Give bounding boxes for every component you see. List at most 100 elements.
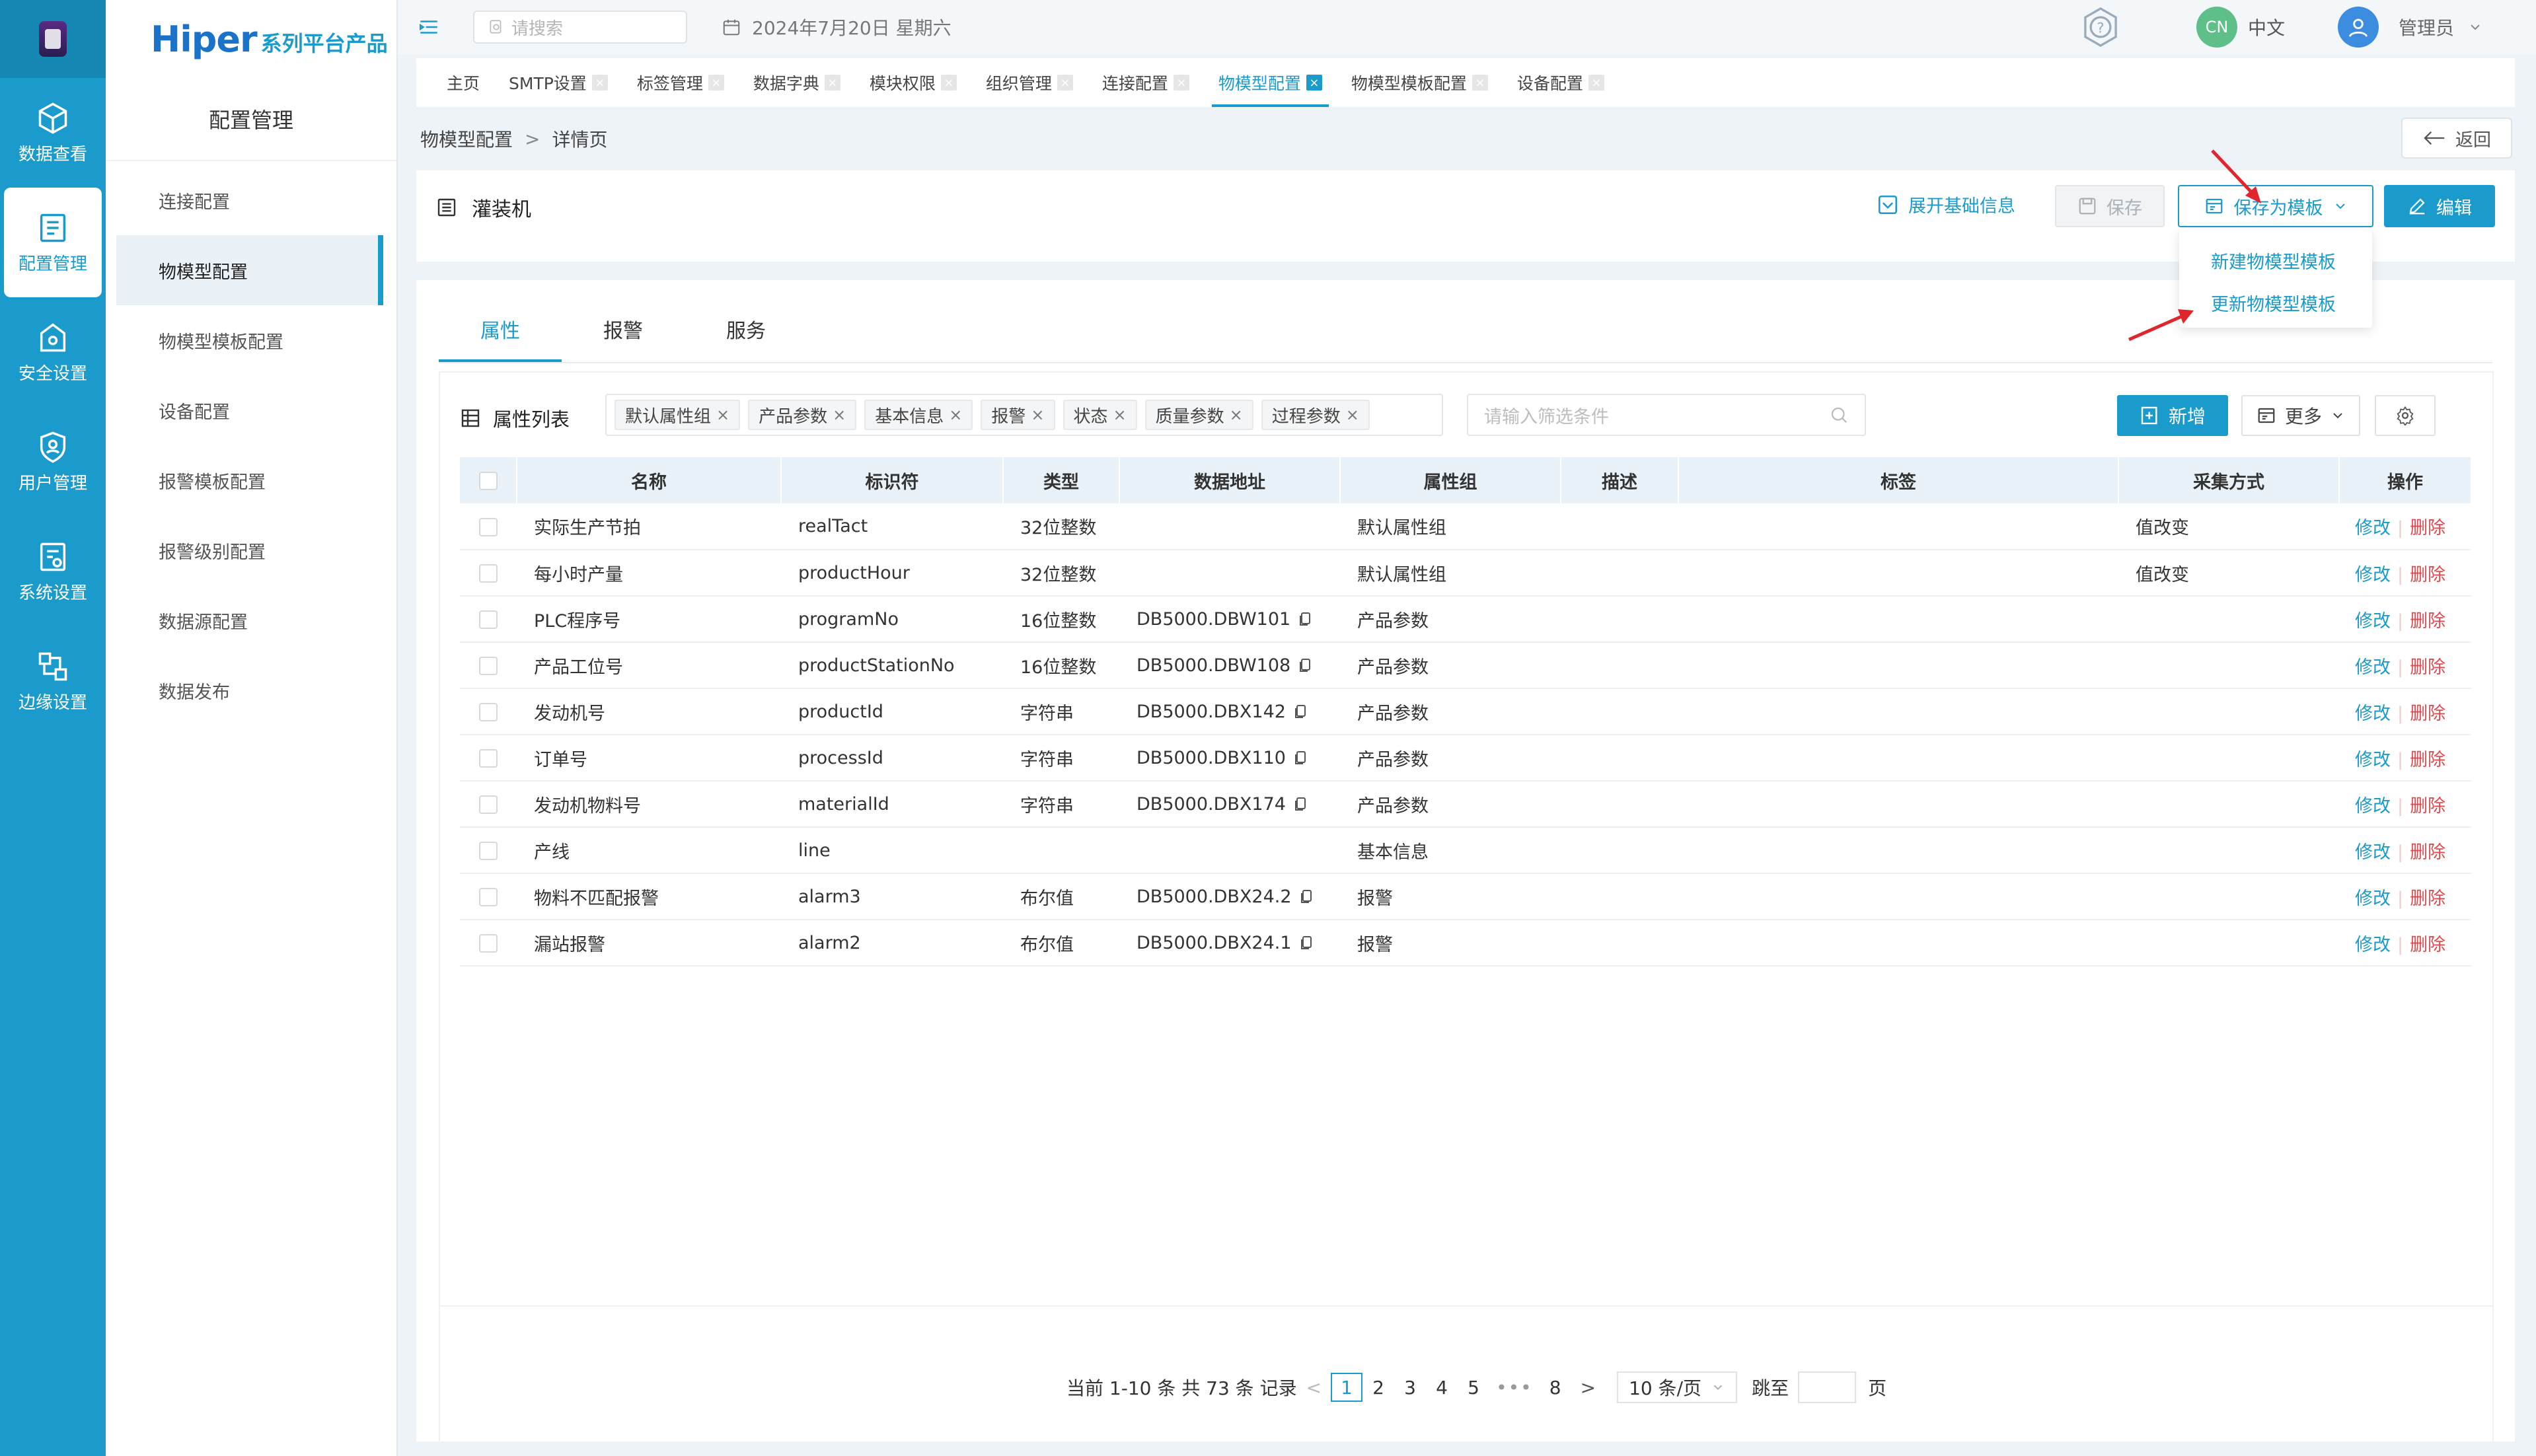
search-input[interactable]: 请搜索 [473, 11, 687, 44]
delete-link[interactable]: 删除 [2410, 657, 2445, 678]
rail-item-2[interactable]: 安全设置 [0, 297, 106, 407]
row-checkbox[interactable] [460, 920, 517, 966]
submenu-item-2[interactable]: 物模型模板配置 [116, 305, 383, 375]
submenu-item-7[interactable]: 数据发布 [116, 655, 383, 725]
prev-page-icon[interactable]: < [1306, 1377, 1322, 1399]
rail-item-1[interactable]: 配置管理 [4, 188, 102, 297]
copy-icon[interactable] [1298, 658, 1312, 674]
filter-chip[interactable]: 质量参数 × [1144, 400, 1253, 430]
copy-icon[interactable] [1294, 750, 1307, 766]
delete-link[interactable]: 删除 [2410, 842, 2445, 863]
template-menu-item-1[interactable]: 更新物模型模板 [2179, 281, 2372, 324]
copy-icon[interactable] [1300, 889, 1313, 905]
settings-button[interactable] [2375, 395, 2436, 436]
copy-icon[interactable] [1300, 935, 1313, 951]
row-checkbox[interactable] [460, 827, 517, 874]
edit-link[interactable]: 修改 [2355, 889, 2391, 909]
edit-link[interactable]: 修改 [2355, 611, 2391, 632]
filter-chip[interactable]: 状态 × [1063, 400, 1137, 430]
filter-chip[interactable]: 默认属性组 × [615, 400, 741, 430]
close-icon[interactable]: × [1472, 75, 1488, 91]
rail-item-0[interactable]: 数据查看 [0, 78, 106, 188]
property-tab-1[interactable]: 报警 [562, 296, 685, 362]
page-size-select[interactable]: 10 条/页 [1617, 1371, 1738, 1403]
delete-link[interactable]: 删除 [2410, 750, 2445, 770]
close-icon[interactable]: × [1588, 75, 1604, 91]
delete-link[interactable]: 删除 [2410, 518, 2445, 538]
tab-1[interactable]: SMTP设置 × [494, 58, 622, 107]
close-icon[interactable]: × [1346, 406, 1359, 424]
tab-5[interactable]: 组织管理 × [971, 58, 1088, 107]
user-menu[interactable]: 管理员 [2399, 14, 2483, 40]
close-icon[interactable]: × [1113, 406, 1127, 424]
close-icon[interactable]: × [716, 406, 729, 424]
edit-link[interactable]: 修改 [2355, 704, 2391, 724]
close-icon[interactable]: × [708, 75, 724, 91]
close-icon[interactable]: × [949, 406, 962, 424]
copy-icon[interactable] [1298, 612, 1312, 628]
page-number[interactable]: 1 [1331, 1373, 1363, 1402]
row-checkbox[interactable] [460, 550, 517, 597]
page-number[interactable]: 5 [1458, 1373, 1489, 1402]
edit-button[interactable]: 编辑 [2384, 185, 2495, 227]
tab-3[interactable]: 数据字典 × [739, 58, 855, 107]
property-tab-0[interactable]: 属性 [439, 296, 562, 362]
language-badge[interactable]: CN [2196, 7, 2237, 48]
row-checkbox[interactable] [460, 503, 517, 550]
rail-item-3[interactable]: 用户管理 [0, 407, 106, 517]
tab-4[interactable]: 模块权限 × [855, 58, 971, 107]
page-number[interactable]: 2 [1362, 1373, 1394, 1402]
more-button[interactable]: 更多 [2241, 395, 2360, 436]
close-icon[interactable]: × [1306, 75, 1322, 91]
submenu-item-4[interactable]: 报警模板配置 [116, 445, 383, 515]
tab-2[interactable]: 标签管理 × [622, 58, 739, 107]
pagination-ellipsis[interactable]: ••• [1496, 1377, 1533, 1399]
filter-chip[interactable]: 基本信息 × [864, 400, 973, 430]
tab-6[interactable]: 连接配置 × [1088, 58, 1204, 107]
copy-icon[interactable] [1294, 797, 1307, 813]
delete-link[interactable]: 删除 [2410, 796, 2445, 817]
property-tab-2[interactable]: 服务 [685, 296, 807, 362]
delete-link[interactable]: 删除 [2410, 565, 2445, 585]
close-icon[interactable]: × [824, 75, 840, 91]
rail-item-4[interactable]: 系统设置 [0, 517, 106, 626]
submenu-item-5[interactable]: 报警级别配置 [116, 515, 383, 585]
close-icon[interactable]: × [833, 406, 846, 424]
edit-link[interactable]: 修改 [2355, 935, 2391, 955]
tab-0[interactable]: 主页 [432, 58, 494, 107]
edit-link[interactable]: 修改 [2355, 657, 2391, 678]
page-number[interactable]: 3 [1394, 1373, 1426, 1402]
jump-page-input[interactable] [1798, 1371, 1857, 1403]
row-checkbox[interactable] [460, 735, 517, 782]
tab-9[interactable]: 设备配置 × [1503, 58, 1619, 107]
tab-8[interactable]: 物模型模板配置 × [1337, 58, 1503, 107]
language-label[interactable]: 中文 [2248, 14, 2285, 40]
close-icon[interactable]: × [940, 75, 957, 91]
close-icon[interactable]: × [591, 75, 608, 91]
breadcrumb-parent[interactable]: 物模型配置 [420, 126, 513, 152]
filter-chip[interactable]: 过程参数 × [1261, 400, 1370, 430]
filter-chip[interactable]: 报警 × [981, 400, 1055, 430]
group-filter-chips[interactable]: 默认属性组 × 产品参数 × 基本信息 × 报警 × 状态 × 质量参数 × 过程参数 × [605, 394, 1443, 436]
submenu-item-0[interactable]: 连接配置 [116, 165, 383, 235]
submenu-item-6[interactable]: 数据源配置 [116, 585, 383, 655]
copy-icon[interactable] [1294, 704, 1307, 720]
submenu-item-3[interactable]: 设备配置 [116, 375, 383, 445]
avatar[interactable] [2337, 7, 2379, 48]
row-checkbox[interactable] [460, 873, 517, 920]
add-property-button[interactable]: 新增 [2117, 395, 2228, 436]
row-checkbox[interactable] [460, 596, 517, 643]
edit-link[interactable]: 修改 [2355, 565, 2391, 585]
edit-link[interactable]: 修改 [2355, 518, 2391, 538]
row-checkbox[interactable] [460, 781, 517, 828]
back-button[interactable]: 返回 [2401, 118, 2512, 159]
row-checkbox[interactable] [460, 642, 517, 689]
expand-basic-info-link[interactable]: 展开基础信息 [1877, 192, 2015, 217]
close-icon[interactable]: × [1230, 406, 1243, 424]
edit-link[interactable]: 修改 [2355, 842, 2391, 863]
row-checkbox[interactable] [460, 688, 517, 735]
delete-link[interactable]: 删除 [2410, 611, 2445, 632]
delete-link[interactable]: 删除 [2410, 889, 2445, 909]
delete-link[interactable]: 删除 [2410, 935, 2445, 955]
select-all-checkbox[interactable] [460, 457, 517, 503]
